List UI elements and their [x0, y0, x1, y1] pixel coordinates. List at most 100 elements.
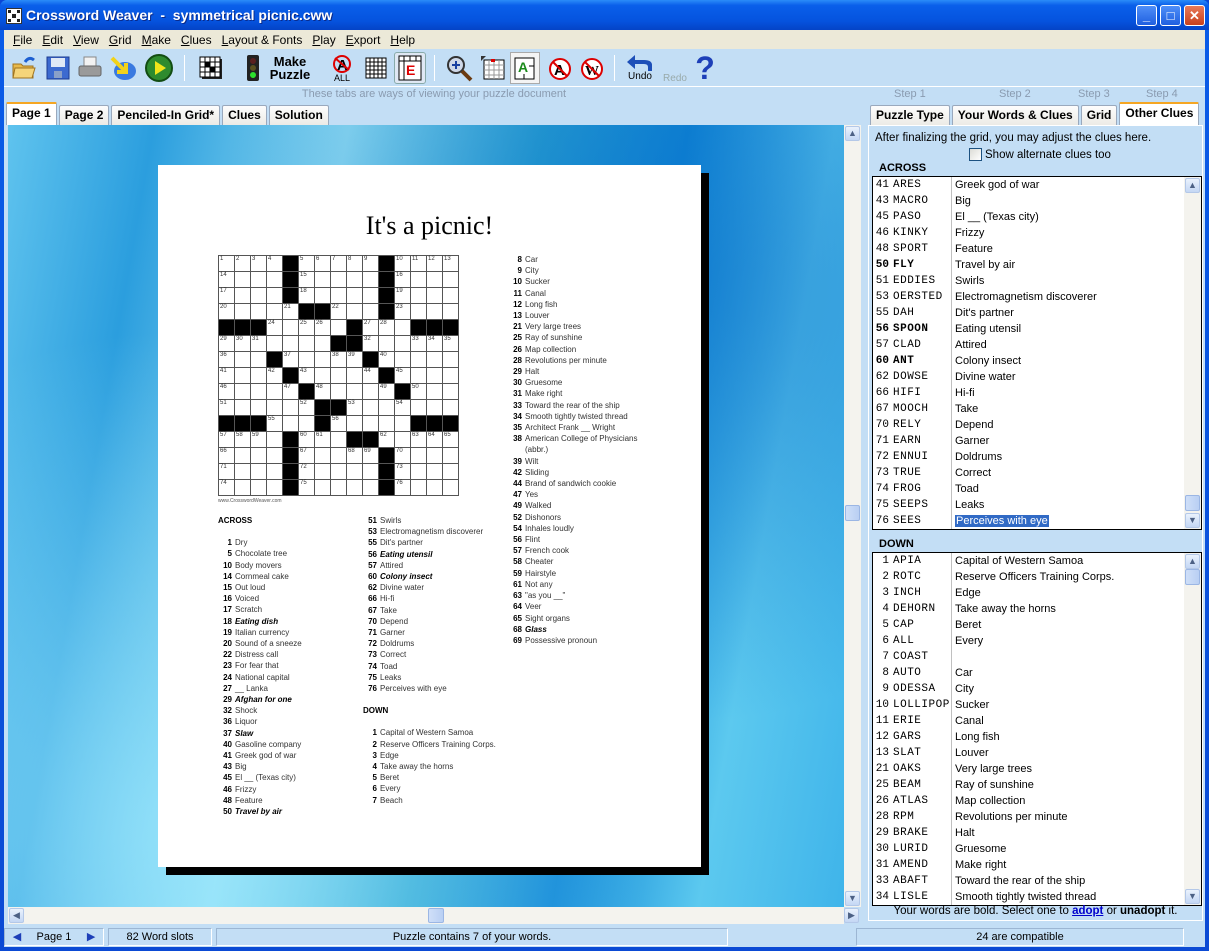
menu-grid[interactable]: Grid	[104, 33, 137, 47]
clue-cell[interactable]: Capital of Western Samoa	[951, 553, 1201, 569]
undo-button[interactable]: Undo	[624, 52, 656, 84]
clue-cell[interactable]: Halt	[951, 825, 1201, 841]
down-clue-row[interactable]: 10 LOLLIPOP Sucker	[873, 697, 1201, 713]
across-clue-row[interactable]: 76 SEES Perceives with eye	[873, 513, 1201, 529]
down-clue-row[interactable]: 6 ALL Every	[873, 633, 1201, 649]
tab-penciled-in-grid[interactable]: Penciled-In Grid*	[111, 105, 221, 125]
prev-page-icon[interactable]: ◀	[13, 929, 21, 945]
clue-cell[interactable]: Edge	[951, 585, 1201, 601]
across-clue-row[interactable]: 46 KINKY Frizzy	[873, 225, 1201, 241]
word-direction-icon[interactable]: A	[510, 52, 540, 84]
down-clue-row[interactable]: 33 ABAFT Toward the rear of the ship	[873, 873, 1201, 889]
clue-cell[interactable]: Greek god of war	[951, 177, 1201, 193]
menu-help[interactable]: Help	[385, 33, 420, 47]
across-list-scrollbar[interactable]: ▲ ▼	[1184, 177, 1201, 529]
scroll-thumb[interactable]	[1185, 495, 1200, 511]
down-clue-row[interactable]: 3 INCH Edge	[873, 585, 1201, 601]
clue-cell[interactable]: Garner	[951, 433, 1201, 449]
down-list-scrollbar[interactable]: ▲ ▼	[1184, 553, 1201, 905]
save-disk-icon[interactable]	[44, 52, 72, 84]
across-clue-row[interactable]: 50 FLY Travel by air	[873, 257, 1201, 273]
clue-cell[interactable]: Ray of sunshine	[951, 777, 1201, 793]
tab-puzzle-type[interactable]: Puzzle Type	[870, 105, 950, 125]
down-clue-row[interactable]: 11 ERIE Canal	[873, 713, 1201, 729]
traffic-light-icon[interactable]	[242, 52, 264, 84]
clue-cell[interactable]: Long fish	[951, 729, 1201, 745]
menu-edit[interactable]: Edit	[37, 33, 68, 47]
clue-cell[interactable]: City	[951, 681, 1201, 697]
clue-cell[interactable]: Sucker	[951, 697, 1201, 713]
menu-export[interactable]: Export	[341, 33, 386, 47]
down-clue-row[interactable]: 5 CAP Beret	[873, 617, 1201, 633]
scroll-up-button[interactable]: ▲	[845, 126, 860, 141]
scroll-left-button[interactable]: ◀	[9, 908, 24, 923]
across-clue-row[interactable]: 75 SEEPS Leaks	[873, 497, 1201, 513]
down-clue-row[interactable]: 34 LISLE Smooth tightly twisted thread	[873, 889, 1201, 905]
make-puzzle-button[interactable]: Make Puzzle	[268, 52, 312, 84]
down-clue-row[interactable]: 21 OAKS Very large trees	[873, 761, 1201, 777]
clue-cell[interactable]: Feature	[951, 241, 1201, 257]
scroll-up-button[interactable]: ▲	[1185, 178, 1200, 193]
across-clue-row[interactable]: 56 SPOON Eating utensil	[873, 321, 1201, 337]
alternate-clues-checkbox[interactable]: Show alternate clues too	[969, 148, 1111, 161]
import-arrow-icon[interactable]	[108, 52, 138, 84]
no-word-icon[interactable]: W	[576, 52, 606, 84]
menu-clues[interactable]: Clues	[176, 33, 217, 47]
clue-cell[interactable]: Depend	[951, 417, 1201, 433]
across-clue-row[interactable]: 43 MACRO Big	[873, 193, 1201, 209]
clue-cell[interactable]: Colony insect	[951, 353, 1201, 369]
clue-cell[interactable]: Louver	[951, 745, 1201, 761]
down-clue-list[interactable]: 1 APIA Capital of Western Samoa 2 ROTC Reserv…	[872, 552, 1202, 906]
scroll-down-button[interactable]: ▼	[845, 891, 860, 906]
tab-solution[interactable]: Solution	[268, 105, 329, 125]
play-icon[interactable]	[144, 52, 174, 84]
tab-page-1[interactable]: Page 1	[6, 102, 57, 125]
no-letter-icon[interactable]: A	[544, 52, 574, 84]
across-clue-row[interactable]: 48 SPORT Feature	[873, 241, 1201, 257]
clue-cell[interactable]: Take away the horns	[951, 601, 1201, 617]
clue-cell[interactable]: Divine water	[951, 369, 1201, 385]
clue-cell[interactable]: Correct	[951, 465, 1201, 481]
grid-icon[interactable]	[362, 52, 390, 84]
down-clue-row[interactable]: 9 ODESSA City	[873, 681, 1201, 697]
clue-cell[interactable]: Take	[951, 401, 1201, 417]
tab-other-clues[interactable]: Other Clues	[1119, 102, 1200, 125]
clue-cell[interactable]: Very large trees	[951, 761, 1201, 777]
clue-cell[interactable]	[951, 649, 1201, 665]
down-clue-row[interactable]: 13 SLAT Louver	[873, 745, 1201, 761]
menu-layout-fonts[interactable]: Layout & Fonts	[217, 33, 308, 47]
clue-cell[interactable]: Toward the rear of the ship	[951, 873, 1201, 889]
clue-cell[interactable]: Perceives with eye	[951, 513, 1201, 529]
across-clue-row[interactable]: 73 TRUE Correct	[873, 465, 1201, 481]
across-clue-row[interactable]: 45 PASO El __ (Texas city)	[873, 209, 1201, 225]
help-icon[interactable]: ?	[694, 50, 716, 86]
across-clue-row[interactable]: 72 ENNUI Doldrums	[873, 449, 1201, 465]
clue-all-icon[interactable]: A ALL	[328, 52, 356, 84]
clue-cell[interactable]: Electromagnetism discoverer	[951, 289, 1201, 305]
across-clue-row[interactable]: 74 FROG Toad	[873, 481, 1201, 497]
across-clue-row[interactable]: 53 OERSTED Electromagnetism discoverer	[873, 289, 1201, 305]
down-clue-row[interactable]: 7 COAST	[873, 649, 1201, 665]
scroll-up-button[interactable]: ▲	[1185, 554, 1200, 569]
clue-cell[interactable]: Attired	[951, 337, 1201, 353]
across-clue-row[interactable]: 70 RELY Depend	[873, 417, 1201, 433]
zoom-in-icon[interactable]	[444, 52, 474, 84]
clue-cell[interactable]: Frizzy	[951, 225, 1201, 241]
page-horizontal-scrollbar[interactable]: ◀ ▶	[8, 907, 859, 924]
clue-cell[interactable]: Make right	[951, 857, 1201, 873]
clue-cell[interactable]: Smooth tightly twisted thread	[951, 889, 1201, 905]
clue-cell[interactable]: Swirls	[951, 273, 1201, 289]
scroll-down-button[interactable]: ▼	[1185, 889, 1200, 904]
grid-pattern-icon[interactable]	[196, 52, 226, 84]
minimize-button[interactable]: _	[1136, 5, 1157, 26]
clue-cell[interactable]: Canal	[951, 713, 1201, 729]
clue-cell[interactable]: Doldrums	[951, 449, 1201, 465]
clue-cell[interactable]: Hi-fi	[951, 385, 1201, 401]
scroll-thumb[interactable]	[1185, 569, 1200, 585]
clue-cell[interactable]: Gruesome	[951, 841, 1201, 857]
tab-your-words-clues[interactable]: Your Words & Clues	[951, 105, 1079, 125]
down-clue-row[interactable]: 28 RPM Revolutions per minute	[873, 809, 1201, 825]
clue-cell[interactable]: Toad	[951, 481, 1201, 497]
edit-grid-icon[interactable]: E	[394, 52, 426, 84]
tab-clues[interactable]: Clues	[222, 105, 267, 125]
